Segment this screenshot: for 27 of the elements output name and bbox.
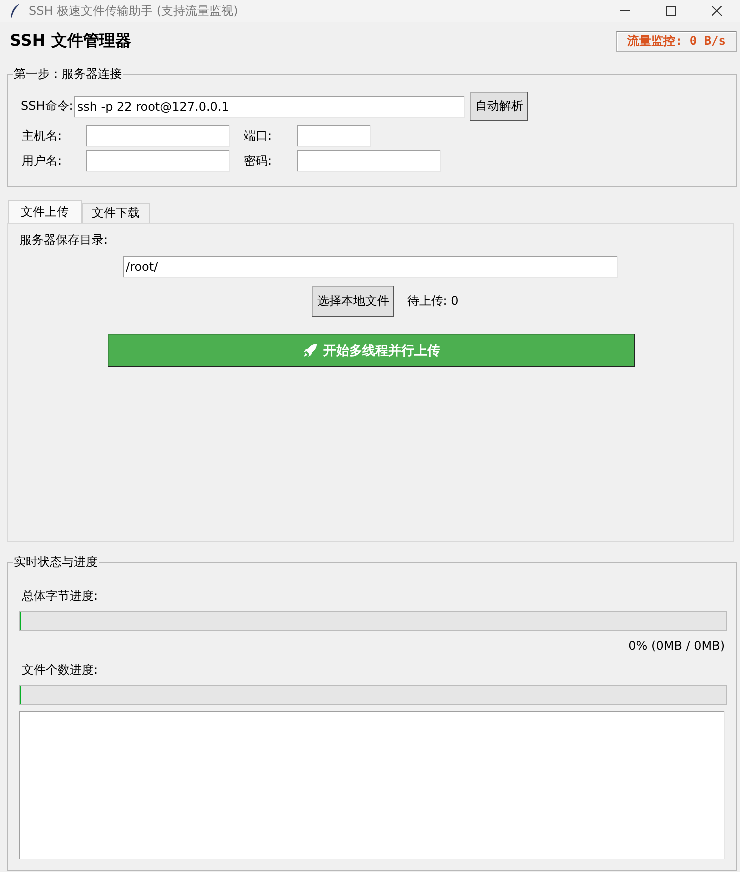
field-label: 端口: bbox=[244, 128, 274, 144]
rocket-icon bbox=[302, 343, 318, 358]
pending-count: 待上传: 0 bbox=[407, 293, 459, 310]
app-title: SSH 文件管理器 bbox=[10, 30, 132, 52]
input-field[interactable] bbox=[297, 125, 371, 147]
tab[interactable]: 文件下载 bbox=[82, 203, 150, 223]
progress-reading: 0% (0MB / 0MB) bbox=[628, 639, 726, 653]
progress-label: 总体字节进度: bbox=[22, 588, 98, 605]
directory-field[interactable]: /root/ bbox=[123, 256, 618, 278]
traffic-monitor: 流量监控: 0 B/s bbox=[616, 30, 737, 52]
field-label: 用户名: bbox=[22, 152, 64, 170]
ssh-command-field[interactable]: ssh -p 22 root@127.0.0.1 bbox=[74, 96, 466, 118]
field-label: 密码: bbox=[244, 152, 274, 170]
group-title: 实时状态与进度 bbox=[13, 554, 99, 571]
window-title: SSH 极速文件传输助手 (支持流量监视) bbox=[29, 2, 240, 20]
group-title: 第一步：服务器连接 bbox=[13, 66, 123, 83]
input-field[interactable] bbox=[86, 150, 230, 172]
choose-file-button[interactable]: 选择本地文件 bbox=[312, 286, 394, 317]
progress-label: 文件个数进度: bbox=[22, 662, 98, 679]
tab[interactable]: 文件上传 bbox=[8, 200, 82, 223]
input-field[interactable] bbox=[86, 125, 230, 147]
parse-button[interactable]: 自动解析 bbox=[470, 92, 528, 121]
field-label: SSH命令: bbox=[21, 98, 74, 115]
field-label: 服务器保存目录: bbox=[20, 232, 108, 249]
field-label: 主机名: bbox=[22, 128, 64, 144]
input-field[interactable] bbox=[297, 150, 441, 172]
feather-icon bbox=[9, 4, 21, 18]
